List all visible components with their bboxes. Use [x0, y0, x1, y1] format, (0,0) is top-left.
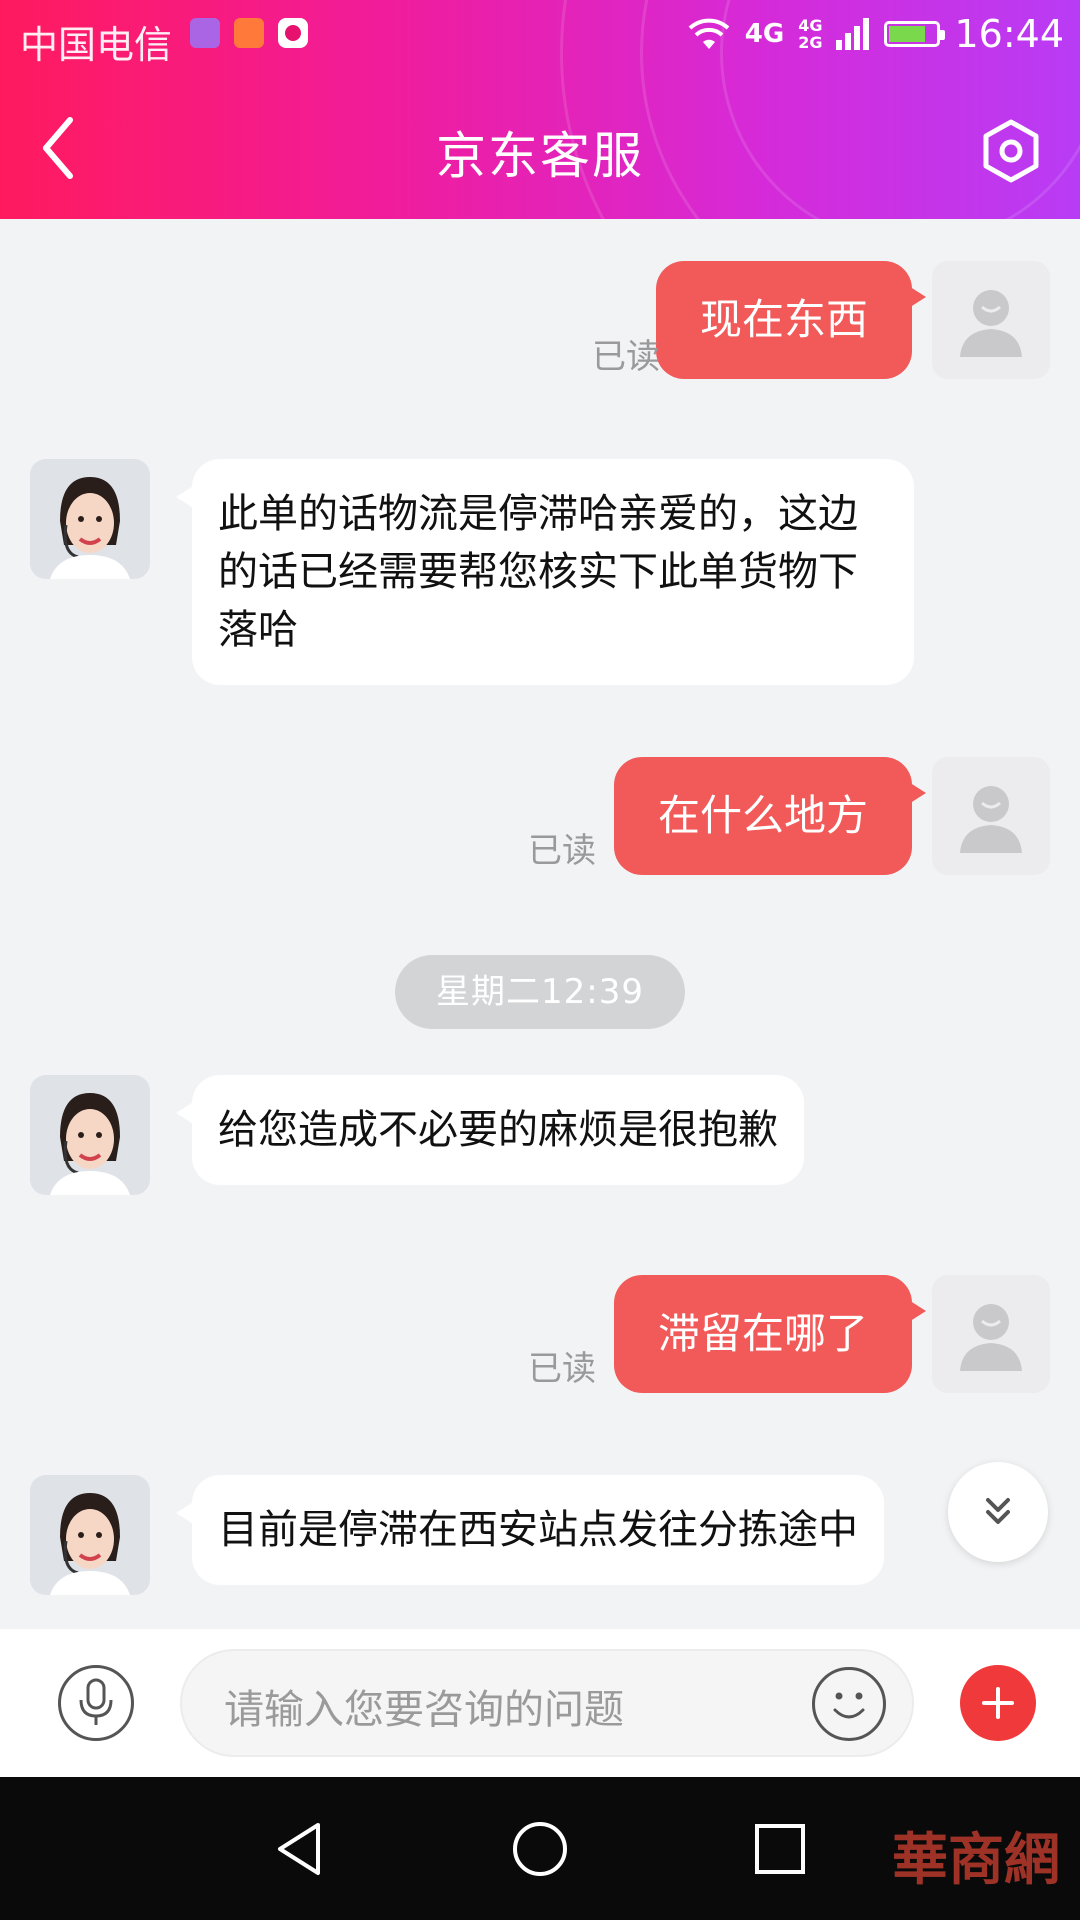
- user-avatar[interactable]: [932, 1275, 1050, 1393]
- message-input[interactable]: 请输入您要咨询的问题: [180, 1649, 914, 1757]
- nav-home-icon[interactable]: [510, 1819, 570, 1879]
- app-notification-icon: [234, 18, 264, 48]
- input-bar: 请输入您要咨询的问题: [0, 1629, 1080, 1777]
- plus-icon: [982, 1687, 1014, 1719]
- gallery-icon: [190, 18, 220, 48]
- smiley-icon: [833, 1692, 865, 1719]
- notification-icons: [190, 18, 308, 48]
- chat-area[interactable]: 现在东西 已读 此单的话物流是停滞哈亲爱的，这边 的话已经需要帮您核实下此单货物…: [0, 219, 1080, 1629]
- hexagon-gear-icon[interactable]: [976, 116, 1046, 186]
- network-type-label: 4G: [744, 19, 785, 49]
- user-message-bubble[interactable]: 现在东西: [655, 261, 927, 379]
- page-title: 京东客服: [436, 127, 644, 185]
- watermark-logo: 華商網: [892, 1827, 1060, 1893]
- agent-message-bubble[interactable]: 目前是停滞在西安站点发往分拣途中: [176, 1475, 884, 1585]
- agent-avatar[interactable]: [30, 1475, 150, 1595]
- carrier-label: 中国电信: [20, 23, 173, 67]
- date-separator: 星期二12:39: [395, 955, 685, 1029]
- user-placeholder-icon: [960, 786, 1022, 853]
- nav-back-icon[interactable]: [270, 1819, 330, 1879]
- user-message-bubble[interactable]: 滞留在哪了: [613, 1275, 927, 1393]
- wifi-icon: [688, 18, 730, 49]
- read-status: 已读: [528, 1349, 596, 1389]
- system-navigation-bar: 華商網: [0, 1777, 1080, 1920]
- system-status: 4G 4G 2G 16:44: [687, 12, 1064, 56]
- user-avatar[interactable]: [932, 757, 1050, 875]
- network-secondary-bottom: 2G: [798, 33, 823, 52]
- music-icon: [278, 18, 308, 48]
- secondary-network: 4G 2G: [798, 17, 822, 51]
- user-message-bubble[interactable]: 在什么地方: [613, 757, 927, 875]
- agent-message-line: 此单的话物流是停滞哈亲爱的，这边: [218, 491, 858, 537]
- user-avatar[interactable]: [932, 261, 1050, 379]
- read-status: 已读: [528, 831, 596, 871]
- clock: 16:44: [954, 12, 1064, 56]
- agent-portrait-icon: [30, 459, 150, 579]
- agent-message-line: 的话已经需要帮您核实下此单货物下: [218, 549, 858, 595]
- agent-avatar[interactable]: [30, 1075, 150, 1195]
- agent-message-line: 落哈: [218, 607, 298, 653]
- emoji-button[interactable]: [812, 1667, 886, 1741]
- user-placeholder-icon: [960, 290, 1022, 357]
- agent-message-bubble[interactable]: 给您造成不必要的麻烦是很抱歉: [176, 1075, 804, 1185]
- agent-portrait-icon: [30, 1075, 150, 1195]
- status-bar: 中国电信 4G 4G 2G 16:44: [0, 0, 1080, 76]
- user-placeholder-icon: [960, 1304, 1022, 1371]
- agent-message-line: 给您造成不必要的麻烦是很抱歉: [218, 1107, 778, 1153]
- agent-message-line: 目前是停滞在西安站点发往分拣途中: [218, 1507, 858, 1553]
- read-status: 已读: [592, 337, 660, 377]
- double-chevron-down-icon: [986, 1498, 1010, 1524]
- battery-icon: [884, 21, 946, 47]
- signal-icon: [836, 18, 870, 50]
- agent-portrait-icon: [30, 1475, 150, 1595]
- voice-input-button[interactable]: [58, 1665, 134, 1741]
- network-secondary-top: 4G: [798, 16, 823, 35]
- more-options-button[interactable]: [960, 1665, 1036, 1741]
- microphone-icon: [79, 1678, 113, 1725]
- message-input-placeholder: 请输入您要咨询的问题: [224, 1687, 624, 1733]
- nav-recents-icon[interactable]: [750, 1819, 810, 1879]
- agent-avatar[interactable]: [30, 459, 150, 579]
- agent-message-bubble[interactable]: 此单的话物流是停滞哈亲爱的，这边 的话已经需要帮您核实下此单货物下 落哈: [176, 459, 914, 685]
- scroll-to-bottom-button[interactable]: [948, 1462, 1048, 1562]
- app-header: 中国电信 4G 4G 2G 16:44 京东客服: [0, 0, 1080, 219]
